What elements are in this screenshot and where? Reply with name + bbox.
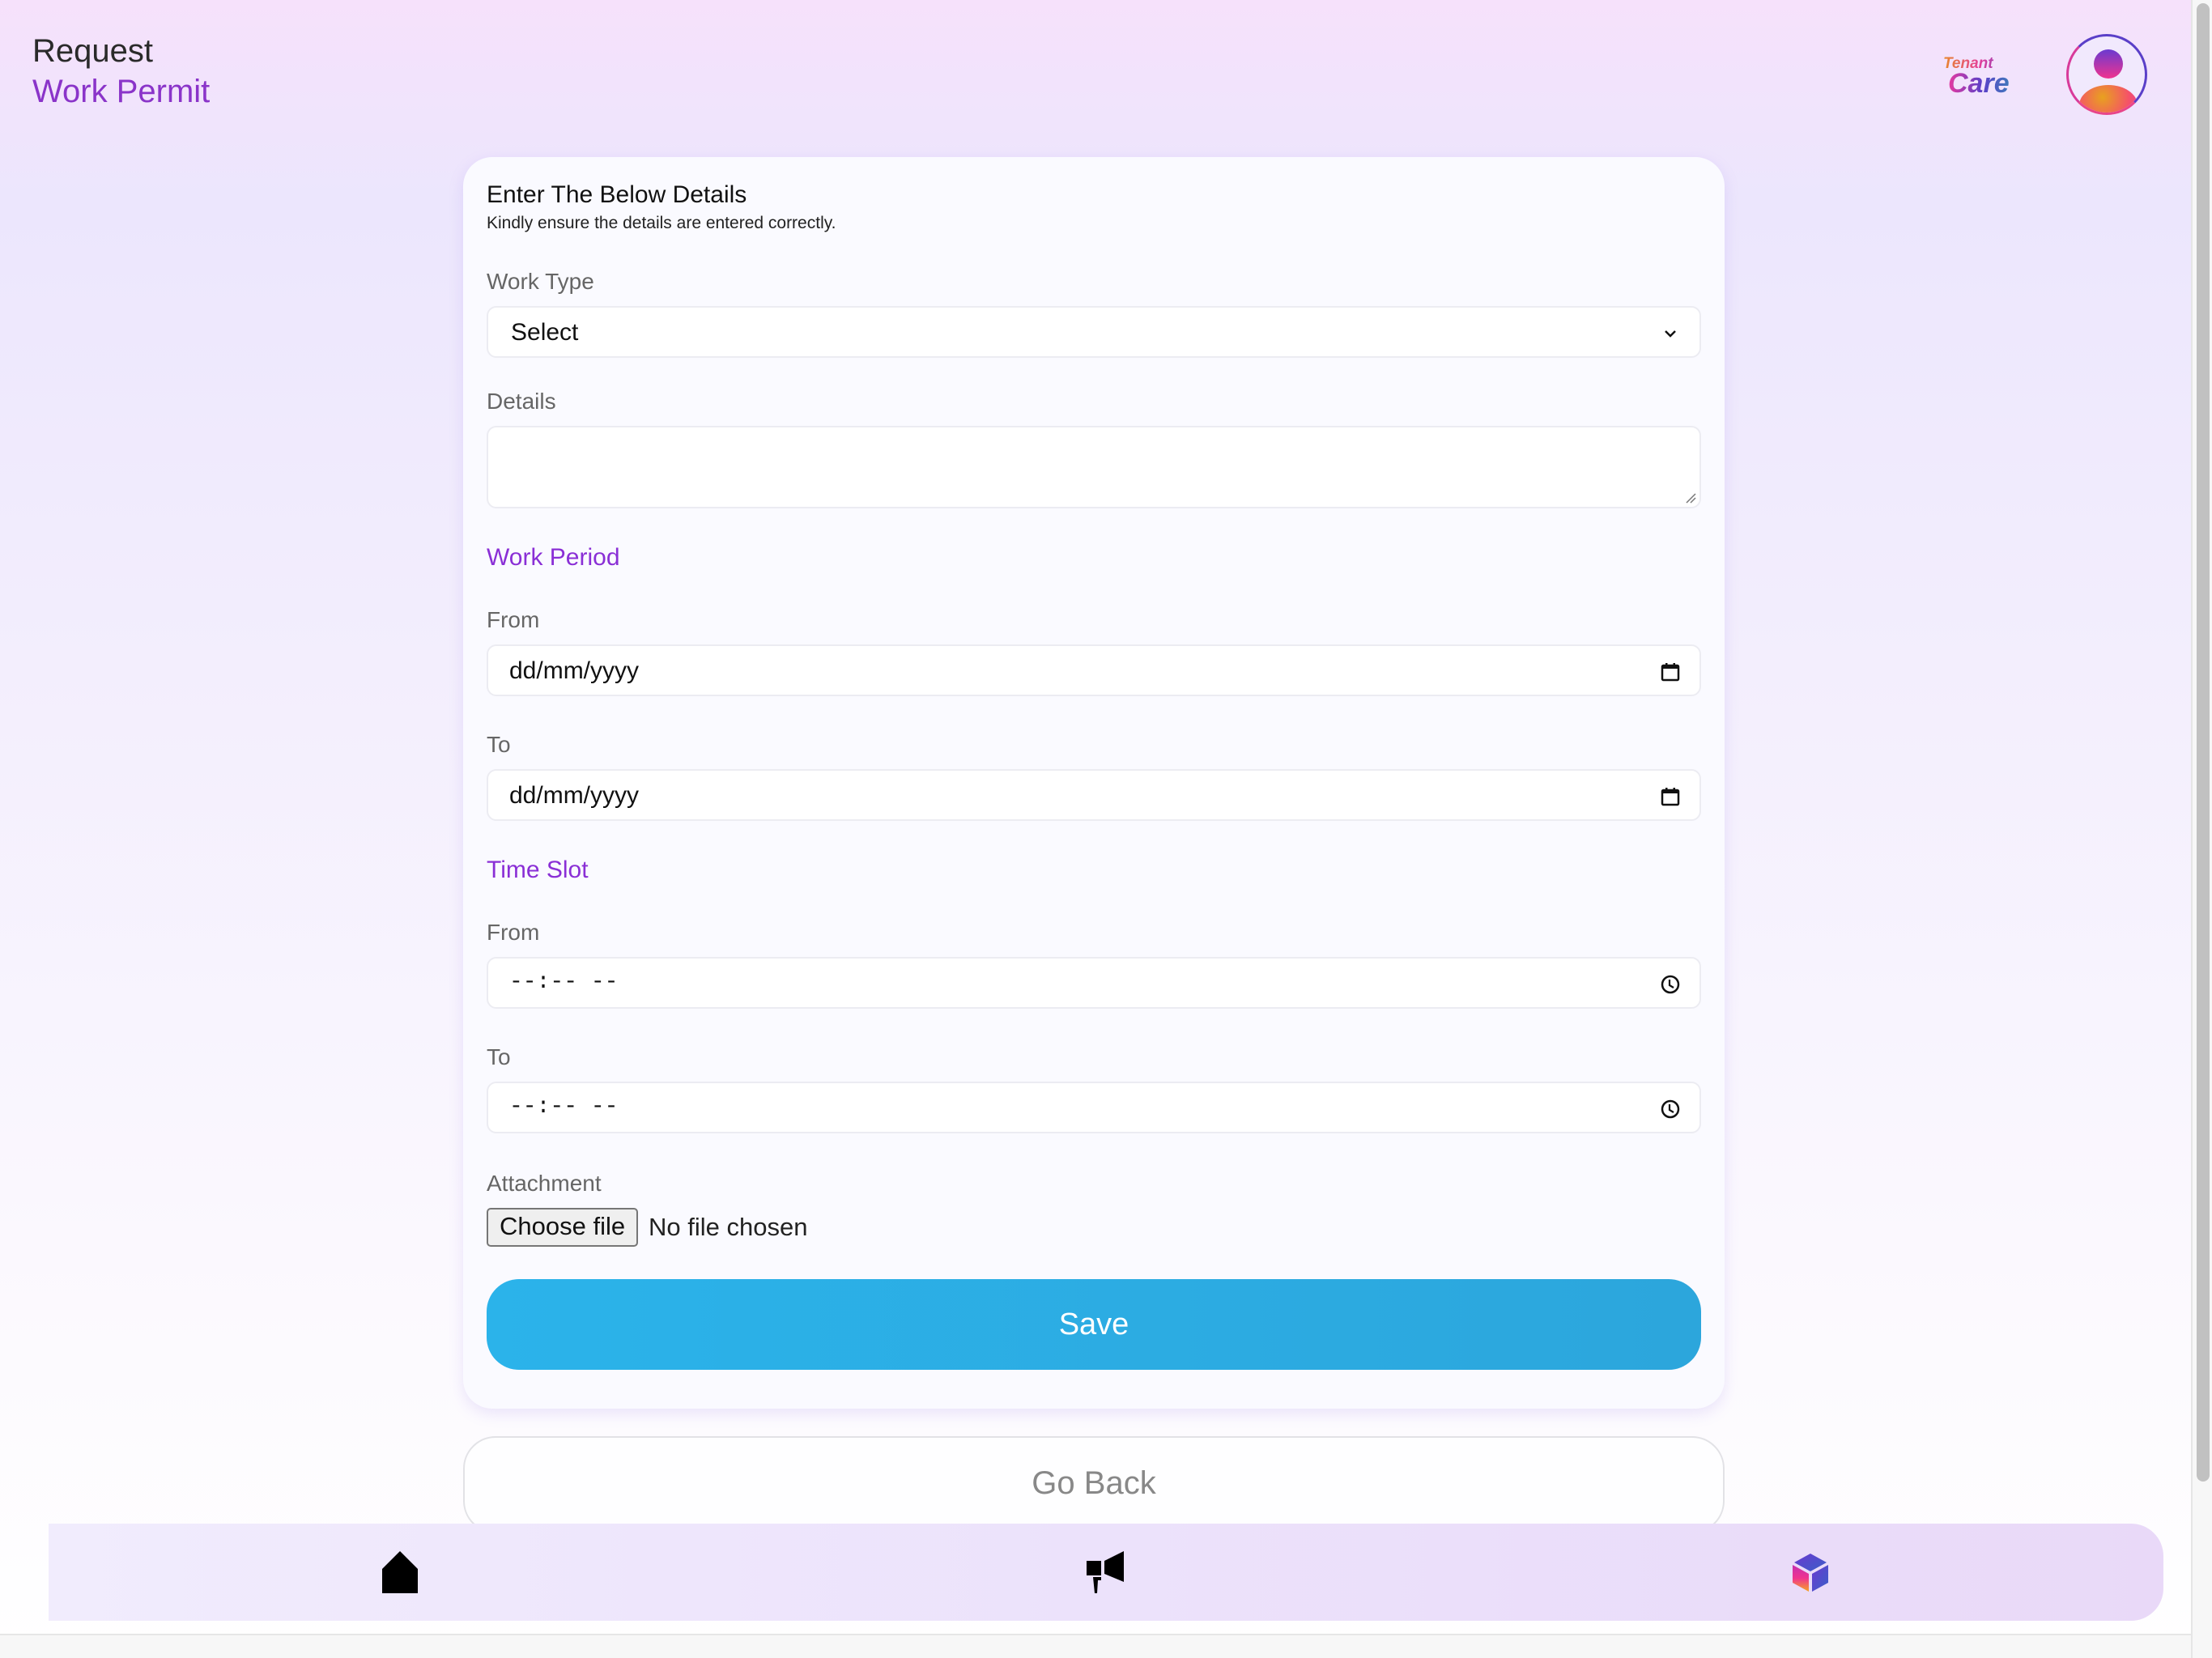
brand-logo-large: Care [1948,68,2016,100]
go-back-button[interactable]: Go Back [463,1436,1725,1533]
attachment-label: Attachment [487,1171,602,1196]
calendar-icon[interactable] [1659,785,1682,808]
time-slot-from-placeholder: --:-- -- [509,970,619,995]
home-icon [382,1551,418,1593]
app-viewport: Request Work Permit Tenant Care Enter Th… [0,0,2191,1634]
work-period-to-placeholder: dd/mm/yyyy [509,782,640,809]
work-period-heading: Work Period [487,544,620,571]
clock-icon[interactable] [1659,1098,1682,1120]
chevron-down-icon [1665,330,1676,338]
nav-products[interactable] [1778,1540,1843,1605]
brand-logo: Tenant Care [1943,55,2016,100]
page-title-line1: Request [32,33,153,69]
form-subheading: Kindly ensure the details are entered co… [487,214,836,232]
form-heading: Enter The Below Details [487,181,747,208]
cube-icon [1793,1554,1828,1592]
scrollbar-thumb[interactable] [2197,3,2210,1482]
page-title-line2: Work Permit [32,74,211,109]
calendar-icon[interactable] [1659,661,1682,683]
megaphone-icon [1087,1551,1124,1593]
work-type-label: Work Type [487,269,594,294]
work-period-from-placeholder: dd/mm/yyyy [509,657,640,684]
nav-home[interactable] [368,1540,432,1605]
work-permit-form-card: Enter The Below Details Kindly ensure th… [463,157,1725,1409]
bottom-edge [0,1634,2191,1658]
work-period-to-label: To [487,732,511,757]
resize-grip-icon[interactable] [1685,492,1696,504]
user-avatar[interactable] [2066,34,2147,115]
work-type-value: Select [511,319,579,346]
bottom-nav [49,1524,2163,1621]
time-slot-from-label: From [487,920,540,945]
time-slot-to-placeholder: --:-- -- [509,1095,619,1120]
nav-announcements[interactable] [1074,1540,1138,1605]
choose-file-button[interactable]: Choose file [487,1208,639,1247]
time-slot-heading: Time Slot [487,857,589,883]
time-slot-to-input[interactable]: --:-- -- [487,1082,1701,1133]
file-status: No file chosen [649,1213,808,1241]
page-title: Request Work Permit [32,31,210,112]
avatar-head [2094,49,2123,79]
details-label: Details [487,389,556,414]
work-type-select[interactable]: Select [487,306,1701,358]
work-period-from-label: From [487,607,540,632]
time-slot-to-label: To [487,1044,511,1069]
avatar-body [2079,85,2138,113]
time-slot-from-input[interactable]: --:-- -- [487,957,1701,1009]
details-textarea[interactable] [487,426,1701,508]
vertical-scrollbar[interactable] [2191,0,2212,1658]
work-period-from-date-input[interactable]: dd/mm/yyyy [487,644,1701,696]
work-period-to-date-input[interactable]: dd/mm/yyyy [487,769,1701,821]
clock-icon[interactable] [1659,973,1682,996]
save-button[interactable]: Save [487,1279,1701,1370]
